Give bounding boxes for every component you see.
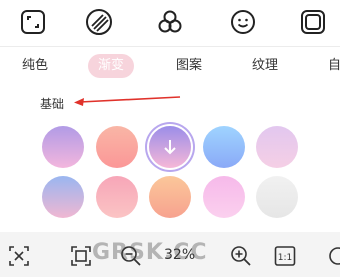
tab-gradient[interactable]: 渐变 (88, 54, 135, 78)
gradient-swatch[interactable] (42, 126, 84, 168)
tab-custom[interactable]: 自 (328, 54, 340, 78)
gradient-icon[interactable] (84, 7, 114, 37)
section-title: 基础 (40, 97, 65, 111)
download-arrow-icon (149, 126, 191, 168)
gradient-swatch[interactable] (96, 126, 138, 168)
gradient-swatch[interactable] (256, 126, 298, 168)
tab-solid[interactable]: 纯色 (22, 54, 48, 78)
zoom-in-icon[interactable] (228, 243, 254, 269)
gradient-swatch[interactable] (96, 176, 138, 218)
actual-size-icon[interactable]: 1:1 (272, 243, 298, 269)
fit-screen-icon[interactable] (68, 243, 94, 269)
remove-background-icon[interactable] (6, 243, 32, 269)
bottom-toolbar: 32% 1:1 (0, 238, 340, 277)
zoom-out-icon[interactable] (118, 243, 144, 269)
tab-pattern[interactable]: 图案 (176, 54, 202, 78)
zoom-level: 32% (164, 247, 196, 263)
gradient-swatch[interactable] (149, 176, 191, 218)
background-panel: 纯色 渐变 图案 纹理 自 基础 (0, 0, 340, 232)
tab-texture[interactable]: 纹理 (252, 54, 278, 78)
top-toolbar (0, 0, 340, 44)
toolbar-divider (0, 46, 340, 47)
more-icon[interactable] (322, 243, 340, 269)
frame-icon[interactable] (298, 7, 328, 37)
annotation-arrow-icon (74, 96, 181, 106)
gradient-swatch[interactable] (42, 176, 84, 218)
gradient-swatch[interactable] (203, 176, 245, 218)
crop-icon[interactable] (18, 7, 48, 37)
color-circles-icon[interactable] (155, 7, 185, 37)
gradient-swatch[interactable] (256, 176, 298, 218)
emoji-icon[interactable] (228, 7, 258, 37)
svg-text:1:1: 1:1 (278, 253, 292, 263)
gradient-swatch[interactable] (149, 126, 191, 168)
gradient-swatch[interactable] (203, 126, 245, 168)
tab-bar: 纯色 渐变 图案 纹理 自 (0, 51, 340, 81)
